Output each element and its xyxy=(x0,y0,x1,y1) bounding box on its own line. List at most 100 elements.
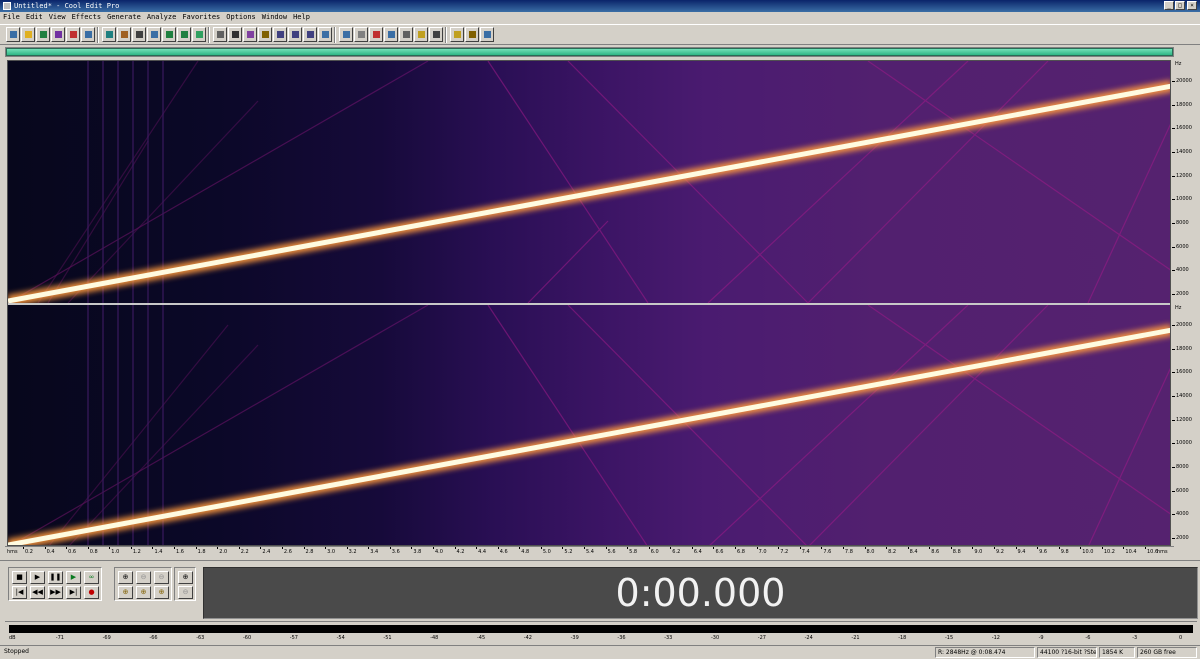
eq-icon[interactable] xyxy=(303,27,317,42)
settings-icon[interactable] xyxy=(480,27,494,42)
menu-view[interactable]: View xyxy=(46,12,69,23)
toolbar-separator xyxy=(208,27,210,43)
loop-button[interactable]: ∞ xyxy=(84,571,99,584)
level-tick: -60 xyxy=(243,635,252,641)
minimize-button[interactable]: _ xyxy=(1164,1,1174,10)
status-size: 1854 K xyxy=(1099,647,1135,658)
window-title: Untitled* - Cool Edit Pro xyxy=(14,2,120,10)
menu-file[interactable]: File xyxy=(0,12,23,23)
overview-range xyxy=(7,49,1172,55)
menu-edit[interactable]: Edit xyxy=(23,12,46,23)
play-to-end-button[interactable]: ▶ xyxy=(66,571,81,584)
menu-help[interactable]: Help xyxy=(290,12,313,23)
cue-list-icon[interactable] xyxy=(429,27,443,42)
menu-favorites[interactable]: Favorites xyxy=(179,12,223,23)
zoom-to-left-icon[interactable]: ⊕ xyxy=(118,586,133,599)
go-to-start-button[interactable]: |◀ xyxy=(12,586,27,599)
delay-icon[interactable] xyxy=(339,27,353,42)
zoom-out-horizontal-icon[interactable]: ⊖ xyxy=(136,571,151,584)
channel-right[interactable] xyxy=(8,305,1170,545)
zoom-out-vertical-icon[interactable]: ⊖ xyxy=(178,586,193,599)
status-bar: Stopped R: 2848Hz @ 0:08.474 44100 ?16-b… xyxy=(0,645,1200,659)
fast-forward-button[interactable]: ▶▶ xyxy=(48,586,63,599)
maximize-button[interactable]: □ xyxy=(1175,1,1185,10)
level-tick: -12 xyxy=(991,635,1000,641)
time-ruler[interactable]: hms 0.2 0.4 0.6 0.8 1.0 1.2 1.4 1.6 1.8 2.0 2.2 2.4 2… xyxy=(5,546,1174,556)
reverb-icon[interactable] xyxy=(318,27,332,42)
zoom-selection-icon[interactable]: ⊕ xyxy=(154,586,169,599)
rewind-button[interactable]: ◀◀ xyxy=(30,586,45,599)
app-icon xyxy=(3,2,11,10)
save-file-icon[interactable] xyxy=(36,27,50,42)
stop-button[interactable]: ■ xyxy=(12,571,27,584)
amplify-icon[interactable] xyxy=(258,27,272,42)
pitch-icon[interactable] xyxy=(369,27,383,42)
transport-controls: ■ ▶ ❚❚ ▶ ∞ |◀ ◀◀ ▶▶ ▶| ● xyxy=(8,567,102,601)
vertical-zoom-controls: ⊕ ⊖ xyxy=(174,567,196,601)
overview-bar[interactable] xyxy=(5,47,1174,57)
level-tick: -66 xyxy=(149,635,158,641)
waveform-view-icon[interactable] xyxy=(6,27,20,42)
status-format: 44100 ?16-bit ?Stereo xyxy=(1037,647,1097,658)
play-button[interactable]: ▶ xyxy=(30,571,45,584)
menu-effects[interactable]: Effects xyxy=(69,12,105,23)
time-unit-end: hms xyxy=(1157,549,1168,555)
redo-icon[interactable] xyxy=(177,27,191,42)
frequency-ruler-right: Hz 20000 18000 16000 14000 12000 10000 8000 6000… xyxy=(1172,304,1199,547)
cool-edit-window: Untitled* - Cool Edit Pro _ □ × File Edit… xyxy=(0,0,1200,659)
playlist-icon[interactable] xyxy=(450,27,464,42)
status-free-space: 260 GB free xyxy=(1137,647,1197,658)
mix-paste-icon[interactable] xyxy=(132,27,146,42)
go-to-end-button[interactable]: ▶| xyxy=(66,586,81,599)
title-bar: Untitled* - Cool Edit Pro _ □ × xyxy=(0,0,1200,12)
envelope-icon[interactable] xyxy=(243,27,257,42)
help-icon[interactable] xyxy=(465,27,479,42)
spectral-view[interactable] xyxy=(7,60,1171,546)
level-tick: -24 xyxy=(804,635,813,641)
level-meter-bar xyxy=(9,625,1193,633)
toolbar-separator xyxy=(334,27,336,43)
spectrogram-right xyxy=(8,305,1170,545)
cd-icon[interactable] xyxy=(66,27,80,42)
filter-icon[interactable] xyxy=(288,27,302,42)
zoom-out-full-icon[interactable]: ⊖ xyxy=(154,571,169,584)
channel-left[interactable] xyxy=(8,61,1170,303)
zoom-to-right-icon[interactable]: ⊕ xyxy=(136,586,151,599)
cut-icon[interactable] xyxy=(81,27,95,42)
level-tick: -21 xyxy=(851,635,860,641)
trim-icon[interactable] xyxy=(147,27,161,42)
level-tick: dB xyxy=(9,635,16,641)
level-tick: -69 xyxy=(102,635,111,641)
menu-options[interactable]: Options xyxy=(223,12,259,23)
transport-area: ■ ▶ ❚❚ ▶ ∞ |◀ ◀◀ ▶▶ ▶| ● ⊕ ⊖ ⊖ ⊕ ⊕ ⊕ ⊕ ⊖… xyxy=(0,560,1200,620)
menu-generate[interactable]: Generate xyxy=(104,12,144,23)
waveform-edit-icon[interactable] xyxy=(228,27,242,42)
copy-icon[interactable] xyxy=(102,27,116,42)
zoom-in-horizontal-icon[interactable]: ⊕ xyxy=(118,571,133,584)
toolbar xyxy=(0,24,1200,45)
menu-window[interactable]: Window xyxy=(259,12,290,23)
level-tick: -63 xyxy=(196,635,205,641)
level-tick: -57 xyxy=(289,635,298,641)
menu-analyze[interactable]: Analyze xyxy=(144,12,180,23)
normalize-icon[interactable] xyxy=(273,27,287,42)
record-button[interactable]: ● xyxy=(84,586,99,599)
close-button[interactable]: × xyxy=(1187,1,1197,10)
marker-icon[interactable] xyxy=(414,27,428,42)
open-file-icon[interactable] xyxy=(21,27,35,42)
pause-button[interactable]: ❚❚ xyxy=(48,571,63,584)
noise-reduction-icon[interactable] xyxy=(354,27,368,42)
repeat-icon[interactable] xyxy=(192,27,206,42)
level-tick: -18 xyxy=(898,635,907,641)
status-state: Stopped xyxy=(4,648,29,655)
zoom-in-vertical-icon[interactable]: ⊕ xyxy=(178,571,193,584)
stretch-icon[interactable] xyxy=(384,27,398,42)
spectral-view-icon[interactable] xyxy=(213,27,227,42)
paste-icon[interactable] xyxy=(117,27,131,42)
level-tick: -45 xyxy=(477,635,486,641)
frequency-unit: Hz xyxy=(1175,61,1182,67)
analysis-icon[interactable] xyxy=(399,27,413,42)
undo-icon[interactable] xyxy=(162,27,176,42)
multitrack-icon[interactable] xyxy=(51,27,65,42)
time-display: 0:00.000 xyxy=(203,567,1198,619)
